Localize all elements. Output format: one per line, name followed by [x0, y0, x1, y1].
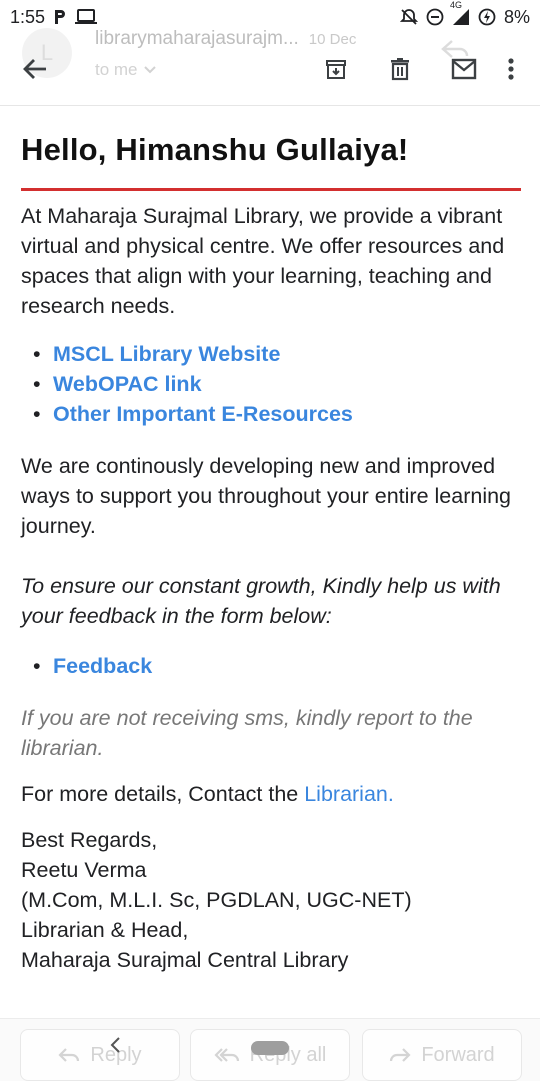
mscl-website-link[interactable]: MSCL Library Website	[53, 342, 280, 366]
forward-button[interactable]: Forward	[362, 1029, 522, 1081]
more-options-button[interactable]	[496, 52, 526, 86]
network-type-label: 4G	[449, 0, 462, 10]
list-item: • WebOPAC link	[33, 369, 521, 399]
email-date: 10 Dec	[308, 31, 357, 48]
reply-all-icon	[214, 1048, 239, 1062]
signature-line: Best Regards,	[21, 828, 158, 852]
bullet: •	[33, 372, 41, 396]
email-body: Hello, Himanshu Gullaiya! At Maharaja Su…	[21, 106, 521, 975]
battery-saver-icon	[478, 8, 496, 26]
home-gesture-pill[interactable]	[251, 1041, 289, 1055]
signature-line: Maharaja Surajmal Central Library	[21, 948, 349, 972]
reply-all-button[interactable]: Reply all	[190, 1029, 350, 1081]
bullet: •	[33, 402, 41, 426]
contact-line: For more details, Contact the Librarian.	[21, 779, 521, 809]
e-resources-link[interactable]: Other Important E-Resources	[53, 402, 353, 426]
resource-links: • MSCL Library Website • WebOPAC link • Oth…	[21, 339, 521, 429]
status-right: 4G 8%	[399, 0, 530, 28]
status-time: 1:55	[10, 6, 46, 27]
list-item: • MSCL Library Website	[33, 339, 521, 369]
feedback-request-paragraph: To ensure our constant growth, Kindly he…	[21, 574, 501, 628]
chevron-down-icon	[143, 66, 156, 74]
signal-icon: 4G	[450, 0, 470, 26]
signature-line: Reetu Verma	[21, 858, 147, 882]
signature-line: Librarian & Head,	[21, 918, 189, 942]
email-greeting: Hello, Himanshu Gullaiya!	[21, 132, 521, 191]
email-app-bar: L librarymaharajasurajm... 10 Dec to me	[0, 28, 540, 106]
bullet: •	[33, 342, 41, 366]
sms-note: If you are not receiving sms, kindly rep…	[21, 706, 473, 760]
contact-prefix: For more details, Contact the	[21, 782, 305, 806]
mail-icon	[451, 58, 477, 80]
forward-label: Forward	[421, 1043, 495, 1066]
webopac-link[interactable]: WebOPAC link	[53, 372, 202, 396]
arrow-left-icon	[23, 59, 46, 79]
archive-icon	[326, 60, 346, 79]
librarian-link[interactable]: Librarian.	[304, 782, 394, 806]
do-not-disturb-icon	[426, 8, 444, 26]
mark-unread-button[interactable]	[432, 52, 496, 86]
recipient-label: to me	[95, 60, 138, 79]
intro-paragraph: At Maharaja Surajmal Library, we provide…	[21, 204, 505, 318]
feedback-link[interactable]: Feedback	[53, 654, 152, 678]
reply-button[interactable]: Reply	[20, 1029, 180, 1081]
bullet: •	[33, 654, 41, 678]
feedback-links: • Feedback	[21, 651, 521, 681]
delete-button[interactable]	[368, 52, 432, 86]
more-vert-icon	[508, 58, 514, 80]
list-item: • Other Important E-Resources	[33, 399, 521, 429]
nav-back-chevron-icon[interactable]	[108, 1036, 122, 1059]
sender-name: librarymaharajasurajm...	[95, 28, 299, 49]
paytm-icon	[53, 9, 67, 25]
status-left: 1:55	[10, 6, 98, 28]
bell-off-icon	[399, 8, 418, 26]
recipient-line[interactable]: to me	[95, 60, 156, 80]
email-actions	[304, 52, 526, 86]
signature-line: (M.Com, M.L.I. Sc, PGDLAN, UGC-NET)	[21, 888, 412, 912]
sender-line: librarymaharajasurajm... 10 Dec	[95, 28, 425, 50]
list-item: • Feedback	[33, 651, 521, 681]
battery-percent: 8%	[503, 6, 530, 27]
forward-icon	[390, 1048, 411, 1062]
developing-paragraph: We are continously developing new and im…	[21, 454, 512, 538]
reply-icon	[58, 1048, 80, 1062]
signature: Best Regards, Reetu Verma (M.Com, M.L.I.…	[21, 825, 521, 975]
back-button[interactable]	[18, 52, 52, 86]
trash-icon	[391, 58, 409, 81]
archive-button[interactable]	[304, 52, 368, 86]
laptop-icon	[75, 9, 98, 25]
